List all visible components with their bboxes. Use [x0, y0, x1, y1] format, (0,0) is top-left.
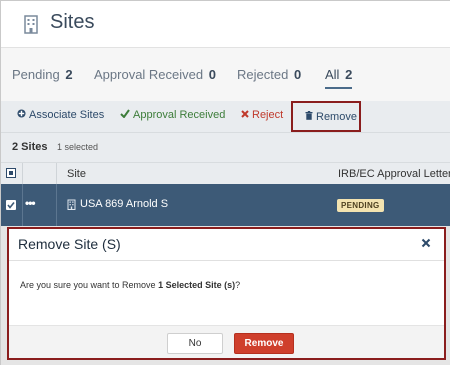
tab-count: 2 — [345, 67, 353, 82]
status-tabs: Pending 2 Approval Received 0 Rejected 0… — [1, 48, 450, 101]
selected-count: 1 selected — [57, 142, 99, 152]
approval-received-label: Approval Received — [133, 109, 226, 121]
no-button[interactable]: No — [167, 333, 223, 354]
reject-button[interactable]: Reject — [241, 109, 283, 121]
column-header-irb-letter[interactable]: IRB/EC Approval Letter — [338, 168, 450, 180]
approval-received-button[interactable]: Approval Received — [120, 109, 225, 121]
dialog-message-count: 1 Selected Site (s) — [158, 280, 236, 290]
tab-rejected[interactable]: Rejected 0 — [237, 67, 301, 82]
select-all-checkbox[interactable] — [6, 168, 16, 178]
column-divider — [56, 163, 57, 185]
column-header-site[interactable]: Site — [67, 168, 86, 180]
x-icon — [241, 109, 249, 121]
row-checkbox[interactable] — [6, 200, 16, 210]
remove-label: Remove — [316, 111, 357, 123]
check-icon — [120, 109, 130, 121]
tab-count: 0 — [208, 67, 216, 82]
dialog-message-prefix: Are you sure you want to Remove — [20, 280, 159, 290]
active-tab-indicator — [325, 87, 353, 89]
tab-label: Rejected — [237, 67, 289, 82]
status-badge: PENDING — [337, 199, 384, 212]
tab-label: Approval Received — [94, 67, 204, 82]
tab-count: 2 — [65, 67, 73, 82]
associate-sites-label: Associate Sites — [29, 109, 105, 121]
associate-sites-button[interactable]: Associate Sites — [17, 109, 104, 121]
reject-label: Reject — [252, 109, 284, 121]
building-icon — [24, 15, 38, 34]
remove-button[interactable]: Remove — [291, 101, 361, 132]
dialog-title: Remove Site (S) — [18, 236, 121, 252]
tab-all[interactable]: All 2 — [325, 67, 353, 89]
tab-count: 0 — [293, 67, 302, 82]
remove-site-dialog: Remove Site (S) Are you sure you want to… — [7, 227, 446, 360]
close-icon[interactable] — [420, 237, 432, 249]
column-divider — [22, 184, 23, 226]
tab-pending[interactable]: Pending 2 — [12, 67, 73, 82]
site-name[interactable]: USA 869 Arnold S — [80, 198, 168, 210]
tab-label: All — [325, 67, 340, 82]
trash-icon — [305, 111, 313, 123]
plus-circle-icon — [17, 109, 26, 121]
sites-count: 2 Sites — [12, 141, 48, 153]
tab-approval-received[interactable]: Approval Received 0 — [94, 67, 216, 82]
dialog-footer: No Remove — [9, 325, 444, 358]
dialog-divider — [9, 260, 444, 261]
row-menu-icon[interactable]: ••• — [25, 196, 36, 210]
confirm-remove-button[interactable]: Remove — [234, 333, 294, 354]
table-row[interactable]: ••• USA 869 Arnold S PENDING — [1, 184, 450, 226]
column-divider — [56, 184, 57, 226]
tab-label: Pending — [12, 67, 60, 82]
table-header: Site IRB/EC Approval Letter — [1, 162, 450, 185]
action-toolbar: Associate Sites Approval Received Reject… — [1, 101, 450, 132]
dialog-message-suffix: ? — [235, 280, 241, 290]
selection-summary: 2 Sites 1 selected — [1, 132, 450, 162]
column-divider — [22, 163, 23, 185]
building-icon — [67, 199, 76, 210]
page-header: Sites — [1, 1, 450, 48]
page-title: Sites — [50, 11, 95, 33]
dialog-message: Are you sure you want to Remove 1 Select… — [20, 280, 240, 290]
app-window: Sites Pending 2 Approval Received 0 Reje… — [0, 0, 450, 365]
